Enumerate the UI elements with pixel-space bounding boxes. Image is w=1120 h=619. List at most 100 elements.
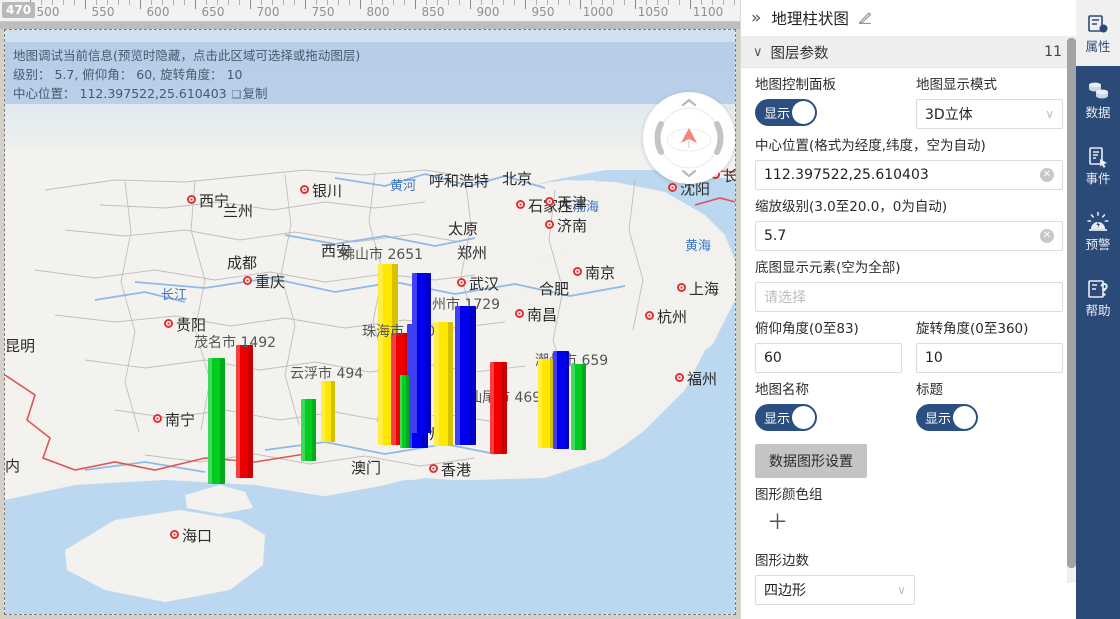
ruler-tick-minor: [492, 0, 493, 5]
section-label: 图层参数: [770, 45, 829, 62]
rail-item-label: 事件: [1085, 171, 1111, 186]
toggle-label: 显示: [764, 412, 791, 427]
chart-bar[interactable]: [434, 322, 453, 446]
pencil-icon[interactable]: [858, 9, 872, 28]
shape-sides-select[interactable]: 四边形 ∨: [755, 575, 915, 605]
city-name: 福州: [687, 370, 718, 388]
toggle-label: 显示: [764, 107, 791, 122]
map-display-mode-select[interactable]: 3D立体 ∨: [916, 99, 1063, 129]
data-graph-settings-button[interactable]: 数据图形设置: [755, 444, 867, 478]
ruler-tick-major: [250, 0, 251, 9]
city-name: 昆明: [5, 337, 36, 355]
rail-item-events[interactable]: 事件: [1076, 132, 1120, 198]
design-canvas-area[interactable]: 470 500 550 600 650 700 750 800 850 900 950 1000 10…: [0, 0, 740, 619]
ruler-tick-label: 700: [256, 5, 280, 19]
ruler-tick-minor: [129, 0, 130, 5]
rotate-angle-input[interactable]: 10: [916, 343, 1063, 373]
layer-params-section-header[interactable]: ∨ 图层参数 11: [741, 37, 1076, 68]
ruler-tick-label: 1050: [637, 5, 669, 19]
add-color-button[interactable]: ＋: [755, 509, 1063, 535]
field-map-display-mode: 地图显示模式 3D立体 ∨: [916, 77, 1063, 129]
pitch-angle-input[interactable]: 60: [755, 343, 902, 373]
horizontal-ruler[interactable]: 470 500 550 600 650 700 750 800 850 900 950 1000 10…: [0, 0, 740, 22]
map-navigation-control[interactable]: [643, 92, 735, 184]
field-zoom-level: 缩放级别(3.0至20.0，0为自动) 5.7 ✕: [755, 199, 1063, 251]
map-viewport[interactable]: 地图调试当前信息(预览时隐藏，点击此区域可选择或拖动图层) 级别： 5.7, 俯…: [5, 30, 735, 614]
city-label: 太原: [448, 218, 478, 239]
ruler-tick-minor: [712, 0, 713, 5]
clear-icon[interactable]: ✕: [1040, 229, 1054, 243]
chart-bar[interactable]: [490, 362, 507, 454]
event-icon: [1086, 145, 1110, 169]
city-name: 澳门: [351, 459, 382, 477]
city-marker-icon: [668, 183, 677, 192]
ruler-tick-minor: [107, 0, 108, 5]
ruler-tick-minor: [206, 0, 207, 5]
city-marker-icon: [545, 197, 554, 206]
ruler-tick-minor: [272, 0, 273, 5]
ruler-tick-major: [360, 0, 361, 9]
chart-bar[interactable]: [571, 364, 586, 450]
city-label: 香港: [429, 459, 471, 480]
ruler-tick-major: [415, 0, 416, 9]
map-layer-frame[interactable]: 地图调试当前信息(预览时隐藏，点击此区域可选择或拖动图层) 级别： 5.7, 俯…: [4, 29, 736, 615]
ruler-tick-minor: [217, 0, 218, 5]
ruler-tick-minor: [261, 0, 262, 5]
clear-icon[interactable]: ✕: [1040, 168, 1054, 182]
chart-bar[interactable]: [321, 381, 336, 442]
field-label: 中心位置(格式为经度,纬度，空为自动): [755, 138, 986, 154]
chart-bar[interactable]: [208, 358, 225, 484]
copy-label[interactable]: 复制: [242, 86, 267, 101]
chart-bar[interactable]: [400, 375, 409, 448]
center-position-input[interactable]: 112.397522,25.610403 ✕: [755, 160, 1063, 190]
chevron-down-icon[interactable]: ∨: [1045, 107, 1054, 121]
bar-data-label: 云浮市 494: [290, 366, 364, 382]
city-name: 香港: [441, 461, 472, 479]
chart-bar[interactable]: [538, 359, 554, 448]
chart-bar[interactable]: [553, 351, 569, 449]
right-icon-rail: 属性数据事件预警 帮助: [1076, 0, 1120, 619]
bar-data-label: 茂名市 1492: [194, 335, 277, 351]
map-control-panel-toggle[interactable]: 显示: [755, 99, 817, 126]
copy-icon[interactable]: ❏: [232, 88, 242, 101]
city-marker-icon: [429, 464, 438, 473]
rail-item-alerts[interactable]: 预警: [1076, 198, 1120, 264]
chart-bar[interactable]: [455, 306, 476, 445]
chart-bar[interactable]: [301, 399, 316, 461]
ruler-tick-major: [140, 0, 141, 9]
chart-bar[interactable]: [236, 345, 253, 478]
rail-item-help[interactable]: 帮助: [1076, 264, 1120, 330]
rail-item-properties[interactable]: 属性: [1076, 0, 1120, 66]
chevron-down-icon[interactable]: ∨: [753, 45, 763, 60]
ruler-tick-minor: [679, 0, 680, 5]
ruler-tick-minor: [239, 0, 240, 5]
chart-bar[interactable]: [412, 273, 431, 433]
city-marker-icon: [170, 530, 179, 539]
ruler-tick-minor: [459, 0, 460, 5]
chart-title-toggle[interactable]: 显示: [916, 404, 978, 431]
field-map-name: 地图名称 显示: [755, 382, 902, 431]
zoom-level-input[interactable]: 5.7 ✕: [755, 221, 1063, 251]
ruler-tick-minor: [173, 0, 174, 5]
map-name-toggle[interactable]: 显示: [755, 404, 817, 431]
bar-data-label: 佛山市 2651: [341, 247, 424, 263]
city-label: 郑州: [457, 242, 487, 263]
city-name: 郑州: [457, 244, 488, 262]
rail-item-data[interactable]: 数据: [1076, 66, 1120, 132]
city-label: 银川: [300, 180, 342, 201]
ruler-tick-label: 650: [201, 5, 225, 19]
ruler-tick-major: [85, 0, 86, 9]
field-label: 旋转角度(0至360): [916, 321, 1029, 337]
chevron-down-icon[interactable]: ∨: [897, 583, 906, 597]
city-label: 合肥: [539, 278, 569, 299]
ruler-tick-minor: [558, 0, 559, 5]
ruler-tick-minor: [349, 0, 350, 5]
collapse-panel-icon[interactable]: »: [751, 9, 761, 27]
city-name: 天津: [557, 194, 588, 212]
map-debug-info-overlay[interactable]: 地图调试当前信息(预览时隐藏，点击此区域可选择或拖动图层) 级别： 5.7, 俯…: [5, 42, 735, 104]
panel-scrollbar[interactable]: [1067, 38, 1076, 583]
city-label: 上海: [677, 278, 719, 299]
rail-item-label: 数据: [1085, 105, 1111, 120]
panel-scrollbar-thumb[interactable]: [1067, 38, 1076, 568]
base-elements-select[interactable]: 请选择: [755, 282, 1063, 312]
